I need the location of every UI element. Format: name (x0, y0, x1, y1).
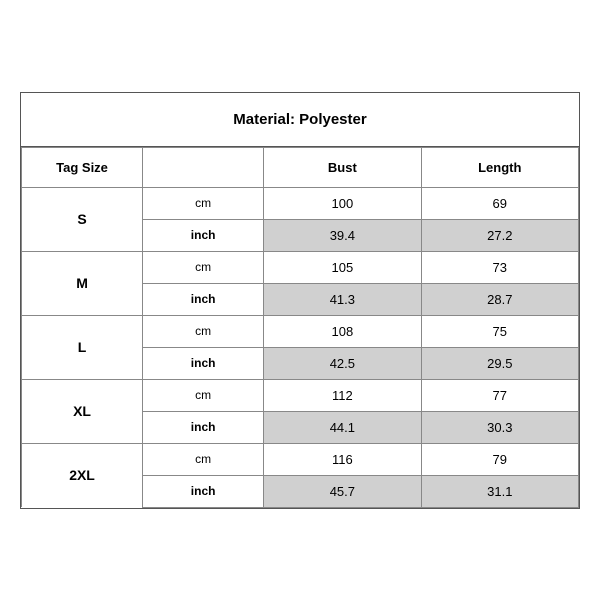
table-row: 2XLcm11679 (22, 443, 579, 475)
bust-cm-value: 112 (264, 379, 421, 411)
length-cm-value: 73 (421, 251, 578, 283)
unit-inch-cell: inch (143, 283, 264, 315)
header-bust: Bust (264, 147, 421, 187)
tag-size-cell: XL (22, 379, 143, 443)
unit-inch-cell: inch (143, 219, 264, 251)
tag-size-cell: L (22, 315, 143, 379)
bust-cm-value: 116 (264, 443, 421, 475)
unit-cm-cell: cm (143, 315, 264, 347)
header-tag-size: Tag Size (22, 147, 143, 187)
bust-inch-value: 39.4 (264, 219, 421, 251)
bust-inch-value: 44.1 (264, 411, 421, 443)
length-inch-value: 29.5 (421, 347, 578, 379)
table-row: Lcm10875 (22, 315, 579, 347)
length-inch-value: 28.7 (421, 283, 578, 315)
header-length: Length (421, 147, 578, 187)
unit-inch-cell: inch (143, 411, 264, 443)
unit-cm-cell: cm (143, 443, 264, 475)
length-cm-value: 69 (421, 187, 578, 219)
bust-cm-value: 105 (264, 251, 421, 283)
length-inch-value: 27.2 (421, 219, 578, 251)
size-table: Tag Size Bust Length Scm10069inch39.427.… (21, 147, 579, 508)
tag-size-cell: M (22, 251, 143, 315)
unit-cm-cell: cm (143, 379, 264, 411)
bust-cm-value: 100 (264, 187, 421, 219)
length-inch-value: 31.1 (421, 475, 578, 507)
table-row: XLcm11277 (22, 379, 579, 411)
table-row: Mcm10573 (22, 251, 579, 283)
unit-inch-cell: inch (143, 475, 264, 507)
bust-inch-value: 45.7 (264, 475, 421, 507)
length-cm-value: 79 (421, 443, 578, 475)
table-row: Scm10069 (22, 187, 579, 219)
length-cm-value: 77 (421, 379, 578, 411)
tag-size-cell: 2XL (22, 443, 143, 507)
bust-inch-value: 41.3 (264, 283, 421, 315)
tag-size-cell: S (22, 187, 143, 251)
length-cm-value: 75 (421, 315, 578, 347)
size-chart-wrapper: Material: Polyester Tag Size Bust Length… (20, 92, 580, 509)
header-unit-placeholder (143, 147, 264, 187)
unit-cm-cell: cm (143, 251, 264, 283)
length-inch-value: 30.3 (421, 411, 578, 443)
unit-inch-cell: inch (143, 347, 264, 379)
table-title: Material: Polyester (21, 93, 579, 147)
bust-cm-value: 108 (264, 315, 421, 347)
bust-inch-value: 42.5 (264, 347, 421, 379)
unit-cm-cell: cm (143, 187, 264, 219)
